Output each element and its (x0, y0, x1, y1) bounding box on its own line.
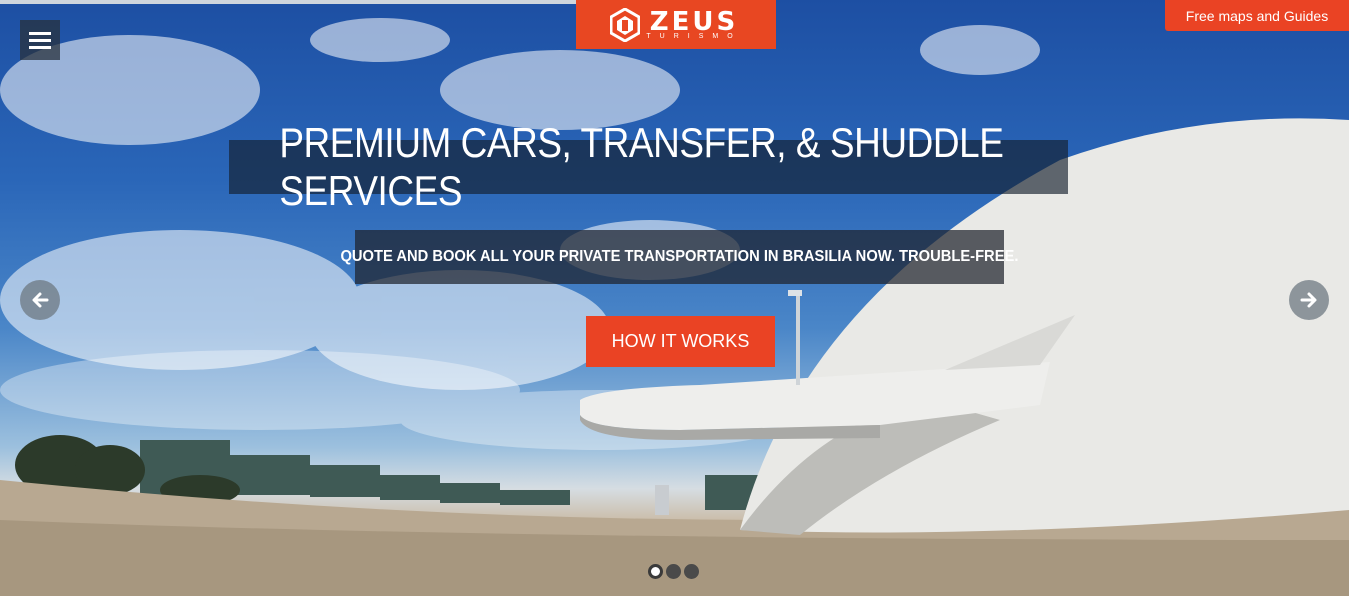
prev-slide-button[interactable] (20, 280, 60, 320)
slide-progress-bar (0, 0, 618, 4)
next-slide-button[interactable] (1289, 280, 1329, 320)
arrow-left-icon (32, 292, 49, 308)
slide-dot-3[interactable] (684, 564, 699, 579)
site-logo[interactable]: ZEUS TURISMO (576, 0, 776, 49)
slide-dot-2[interactable] (666, 564, 681, 579)
hero-subheadline-text: QUOTE AND BOOK ALL YOUR PRIVATE TRANSPOR… (340, 248, 1019, 265)
menu-button[interactable] (20, 20, 60, 60)
arrow-right-icon (1300, 292, 1317, 308)
how-it-works-button[interactable]: HOW IT WORKS (586, 316, 775, 367)
hero-headline: PREMIUM CARS, TRANSFER, & SHUDDLE SERVIC… (229, 119, 1068, 214)
slide-dot-1[interactable] (648, 564, 663, 579)
hero-subheadline: QUOTE AND BOOK ALL YOUR PRIVATE TRANSPOR… (341, 230, 1018, 284)
logo-text: ZEUS (649, 7, 739, 37)
hamburger-icon (29, 31, 51, 35)
hero-headline-text: PREMIUM CARS, TRANSFER, & SHUDDLE SERVIC… (279, 119, 1004, 214)
logo-subtext: TURISMO (646, 33, 742, 40)
free-maps-button[interactable]: Free maps and Guides (1165, 0, 1349, 31)
logo-emblem-icon (610, 7, 641, 42)
hero-slider: ZEUS TURISMO Free maps and Guides PREMIU… (0, 0, 1349, 596)
slide-indicators (648, 564, 699, 579)
hero-background-image (0, 18, 1349, 596)
